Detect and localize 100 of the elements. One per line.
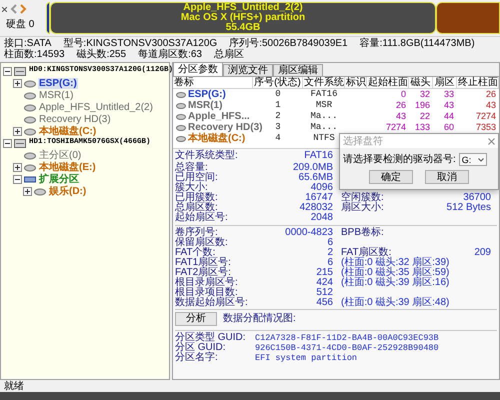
tree-item[interactable]: 主分区(0) [38,150,82,160]
disk-info-text: 型号:KINGSTONSV300S37A120G [63,38,218,49]
info-label: 分区名字: [175,353,219,363]
info-value: 6 [327,258,333,268]
segment-text: Apple_HFS_Untitled_2(2) [183,3,303,13]
table-cell: 44 [444,111,454,122]
tree-item[interactable]: 扩展分区 [38,174,80,184]
info-value: (柱面:0 磁头:35 扇区:59) [341,268,450,278]
disk-info-text: 柱面数:14593 [4,49,65,60]
info-label: 已用簇数: [175,193,218,203]
table-cell: NTFS [313,133,335,144]
tree-item[interactable]: 娱乐(D:) [48,186,88,196]
drive-icon [34,186,46,196]
table-cell: 133 [414,122,430,133]
table-cell: FAT16 [310,89,338,100]
tree-item[interactable]: 本地磁盘(C:) [38,126,98,136]
tree-item[interactable]: ESP(G:) [38,78,78,88]
info-value: (柱面:0 磁头:32 扇区:39) [341,258,450,268]
dialog-button[interactable]: 确定 [369,170,413,184]
partition-segment[interactable] [436,2,500,34]
table-cell: 33 [444,89,454,100]
drive-icon [24,90,36,100]
info-value: 4096 [310,183,333,193]
disk-info-text: 磁头数:255 [76,49,126,60]
table-cell: 32 [420,89,430,100]
table-cell: 196 [414,100,430,111]
drive-icon [24,162,36,172]
close-icon[interactable] [2,6,7,12]
collapse-icon[interactable] [13,174,22,184]
drive-icon [24,114,36,124]
info-value: (柱面:0 磁头:39 扇区:16) [341,278,450,288]
info-label: BPB卷标: [341,228,384,238]
column-header: 终止柱面 [457,77,499,88]
column-header: 文件系统 [303,77,345,88]
info-value: 16747 [305,193,333,203]
table-cell: 0 [400,89,406,100]
partition-icon [24,174,36,184]
info-value: 209.0MB [292,163,333,173]
info-label: 数据分配情况图: [223,314,296,324]
tree-item[interactable]: MSR(1) [38,90,74,100]
info-label: 扇区大小: [341,203,384,213]
collapse-icon[interactable] [3,138,12,148]
tree-item[interactable]: 本地磁盘(E:) [38,162,97,172]
table-cell: 7274 [476,111,496,122]
info-label: 总容量: [175,163,208,173]
dialog-button[interactable]: 取消 [425,170,469,184]
partition-segment[interactable]: Apple_HFS_Untitled_2(2) Mac OS X (HFS+) partition 55.4GB [50,2,436,34]
info-label: FAT扇区数: [341,248,392,258]
info-value: 209 [474,248,491,258]
info-label: FAT2扇区号: [175,268,231,278]
info-label: FAT个数: [175,248,216,258]
info-label: 保留扇区数: [175,238,228,248]
table-cell: 3 [275,122,281,133]
info-value: (柱面:0 磁头:39 扇区:48) [341,298,450,308]
analyze-button[interactable]: 分析 [175,312,217,326]
close-icon[interactable] [488,138,495,144]
expand-icon[interactable] [13,162,22,172]
info-value: 215 [316,268,333,278]
info-value: EFI system partition [255,353,358,363]
info-value: 0000-4823 [285,228,333,238]
column-header: 标识 [345,77,367,88]
drive-select[interactable]: G: [458,153,487,166]
column-header: 起始柱面 [367,77,409,88]
column-header: 卷标 [173,77,253,88]
tab[interactable]: 浏览文件 [223,64,273,76]
info-value: 926C150B-4371-4CD0-B0AF-252928B90480 [255,343,439,353]
tab[interactable]: 扇区编辑 [273,64,323,76]
disk-info-text: 总扇区 [214,49,244,60]
collapse-icon[interactable] [3,66,12,76]
expand-icon[interactable] [23,186,32,196]
tree-item[interactable]: Recovery HD(3) [38,114,112,124]
table-cell: Apple_HFS... [188,111,250,122]
tab[interactable]: 分区参数 [173,63,223,76]
info-label: 卷序列号: [175,228,218,238]
info-label: FAT1扇区号: [175,258,231,268]
segment-text: Mac OS X (HFS+) partition [180,13,306,23]
info-value: 428032 [300,203,333,213]
status-text: 就绪 [4,380,24,392]
info-label: 总扇区数: [175,203,218,213]
table-cell: 0 [275,89,281,100]
info-value: C12A7328-F81F-11D2-BA4B-00A0C93EC93B [255,333,439,343]
info-value: FAT16 [304,151,333,161]
drive-icon [24,78,36,88]
expand-icon[interactable] [13,78,22,88]
dialog-prompt: 请选择要检测的驱动器号: [343,154,456,165]
tree-item[interactable]: Apple_HFS_Untitled_2(2) [38,102,154,112]
info-label: 数据起始扇区号: [175,298,248,308]
disk-label: 硬盘 0 [5,18,36,32]
info-value: 512 Bytes [446,203,491,213]
info-label: 簇大小: [175,183,208,193]
table-cell: 26 [396,100,406,111]
drive-icon [24,150,36,160]
info-label: 文件系统类型: [175,151,238,161]
segment-text: 55.4GB [226,23,260,33]
table-cell: 43 [486,100,496,111]
expand-icon[interactable] [13,126,22,136]
table-cell: 7353 [476,122,496,133]
table-cell: Ma... [310,111,338,122]
drive-icon [24,102,36,112]
disk-info-text: 每道扇区数:63 [138,49,202,60]
